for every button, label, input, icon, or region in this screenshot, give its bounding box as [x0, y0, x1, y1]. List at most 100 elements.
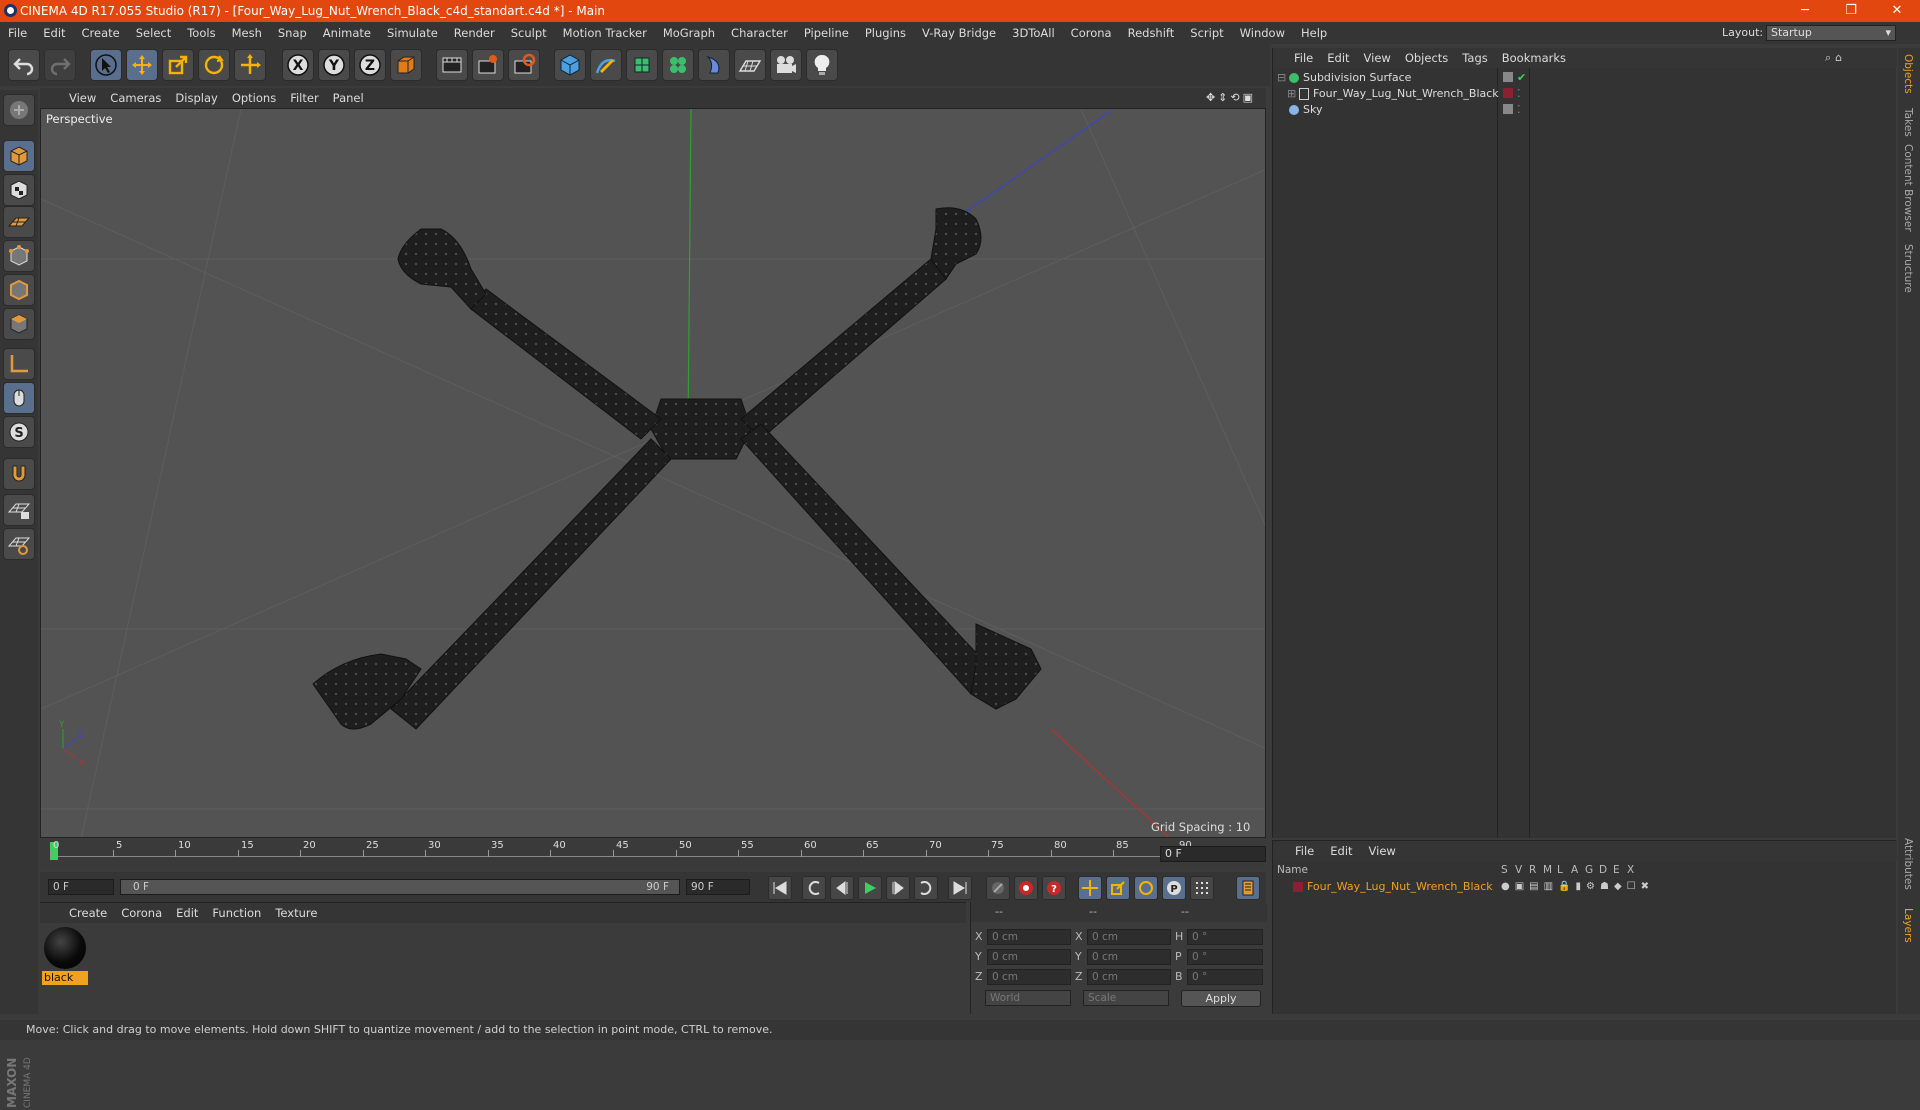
key-pla-icon[interactable]	[1190, 876, 1214, 900]
obj-menu-tags[interactable]: Tags	[1455, 48, 1494, 68]
size-z-field[interactable]: 0 cm	[1087, 969, 1171, 985]
layer-menu-file[interactable]: File	[1287, 841, 1322, 861]
menu-window[interactable]: Window	[1232, 22, 1293, 44]
rotation-h-field[interactable]: 0 °	[1187, 929, 1263, 945]
select-arrow-icon[interactable]	[90, 49, 122, 81]
restore-button[interactable]: ❐	[1828, 0, 1874, 22]
position-y-field[interactable]: 0 cm	[987, 949, 1071, 965]
minimize-button[interactable]: ─	[1782, 0, 1828, 22]
tab-layers[interactable]: Layers	[1902, 908, 1914, 943]
key-position-icon[interactable]	[1078, 876, 1102, 900]
scale-icon[interactable]	[162, 49, 194, 81]
axis-icon[interactable]	[3, 348, 35, 380]
render-view-icon[interactable]	[436, 49, 468, 81]
layer-color-swatch[interactable]	[1293, 882, 1303, 892]
layer-row[interactable]: Four_Way_Lug_Nut_Wrench_Black ●▣▤▥🔒▮⚙☗◆☐…	[1273, 879, 1897, 895]
play-icon[interactable]	[858, 876, 882, 900]
menu-create[interactable]: Create	[74, 22, 128, 44]
material-menu-texture[interactable]: Texture	[268, 903, 324, 923]
cloner-icon[interactable]	[662, 49, 694, 81]
menu-character[interactable]: Character	[723, 22, 796, 44]
position-z-field[interactable]: 0 cm	[987, 969, 1071, 985]
timeline-ruler[interactable]: 051015202530354045505560657075808590	[40, 840, 1266, 870]
menu-3dtoall[interactable]: 3DToAll	[1004, 22, 1063, 44]
material-menu-corona[interactable]: Corona	[114, 903, 169, 923]
next-key-icon[interactable]	[914, 876, 938, 900]
layer-menu-edit[interactable]: Edit	[1322, 841, 1360, 861]
menu-edit[interactable]: Edit	[35, 22, 73, 44]
transform-icon[interactable]	[234, 49, 266, 81]
material-preview-black[interactable]	[44, 927, 86, 969]
end-frame-field[interactable]: 90 F	[686, 879, 750, 895]
magnet-icon[interactable]	[3, 458, 35, 490]
menu-select[interactable]: Select	[128, 22, 179, 44]
viewport-menu-options[interactable]: Options	[225, 88, 283, 108]
menu-corona[interactable]: Corona	[1063, 22, 1120, 44]
prev-frame-icon[interactable]	[830, 876, 854, 900]
material-menu-create[interactable]: Create	[62, 903, 114, 923]
world-coords-icon[interactable]	[390, 49, 422, 81]
key-rotation-icon[interactable]	[1134, 876, 1158, 900]
layer-toggle-icons[interactable]: ●▣▤▥🔒▮⚙☗◆☐✖	[1501, 879, 1654, 895]
subdivision-icon[interactable]	[626, 49, 658, 81]
current-frame-field[interactable]: 0 F	[1160, 846, 1266, 862]
viewport-menu-display[interactable]: Display	[168, 88, 224, 108]
lock-grid-icon[interactable]	[3, 494, 35, 526]
menu-mograph[interactable]: MoGraph	[655, 22, 723, 44]
redo-icon[interactable]	[44, 49, 76, 81]
render-picture-viewer-icon[interactable]	[472, 49, 504, 81]
rotate-icon[interactable]	[198, 49, 230, 81]
frame-ruler[interactable]: 051015202530354045505560657075808590	[50, 840, 1192, 862]
points-mode-icon[interactable]	[3, 240, 35, 272]
tab-objects[interactable]: Objects	[1902, 54, 1914, 94]
floor-icon[interactable]	[734, 49, 766, 81]
viewport-menu-cameras[interactable]: Cameras	[103, 88, 168, 108]
obj-menu-file[interactable]: File	[1287, 48, 1320, 68]
obj-menu-objects[interactable]: Objects	[1398, 48, 1455, 68]
search-icon[interactable]: ⌕⌂	[1825, 48, 1846, 68]
timeline-window-icon[interactable]	[1236, 876, 1260, 900]
goto-start-icon[interactable]	[768, 876, 792, 900]
menu-sculpt[interactable]: Sculpt	[503, 22, 555, 44]
snap-s-icon[interactable]: S	[3, 416, 35, 448]
visibility-dots-icon[interactable]: ⁚	[1517, 100, 1521, 120]
tab-content-browser[interactable]: Content Browser	[1902, 144, 1914, 232]
rotation-b-field[interactable]: 0 °	[1187, 969, 1263, 985]
tab-takes[interactable]: Takes	[1902, 108, 1914, 137]
key-scale-icon[interactable]	[1106, 876, 1130, 900]
obj-menu-view[interactable]: View	[1357, 48, 1398, 68]
viewport-menu-filter[interactable]: Filter	[283, 88, 325, 108]
edges-mode-icon[interactable]	[3, 274, 35, 306]
menu-plugins[interactable]: Plugins	[857, 22, 914, 44]
menu-render[interactable]: Render	[446, 22, 503, 44]
texture-mode-icon[interactable]	[3, 174, 35, 206]
coord-mode-select[interactable]: World	[985, 990, 1071, 1006]
size-x-field[interactable]: 0 cm	[1087, 929, 1171, 945]
menu-tools[interactable]: Tools	[179, 22, 223, 44]
obj-menu-edit[interactable]: Edit	[1320, 48, 1356, 68]
object-row-sky[interactable]: Sky ⁚	[1273, 100, 1897, 120]
apply-button[interactable]: Apply	[1181, 990, 1261, 1007]
z-axis-icon[interactable]: Z	[354, 49, 386, 81]
obj-menu-bookmarks[interactable]: Bookmarks	[1495, 48, 1573, 68]
menu-help[interactable]: Help	[1293, 22, 1335, 44]
move-icon[interactable]	[126, 49, 158, 81]
y-axis-icon[interactable]: Y	[318, 49, 350, 81]
render-settings-icon[interactable]	[508, 49, 540, 81]
viewport-menu-view[interactable]: View	[62, 88, 103, 108]
autokey-icon[interactable]	[1014, 876, 1038, 900]
menu-mesh[interactable]: Mesh	[224, 22, 270, 44]
visibility-icon[interactable]	[1503, 104, 1513, 114]
menu-simulate[interactable]: Simulate	[379, 22, 446, 44]
light-icon[interactable]	[806, 49, 838, 81]
prev-key-icon[interactable]	[802, 876, 826, 900]
rotation-p-field[interactable]: 0 °	[1187, 949, 1263, 965]
deformer-icon[interactable]	[698, 49, 730, 81]
start-frame-field[interactable]: 0 F	[48, 879, 114, 895]
model-mode-icon[interactable]	[3, 140, 35, 172]
visibility-icon[interactable]	[1503, 72, 1513, 82]
size-y-field[interactable]: 0 cm	[1087, 949, 1171, 965]
menu-redshift[interactable]: Redshift	[1120, 22, 1183, 44]
material-name[interactable]: black	[42, 971, 88, 985]
material-menu-function[interactable]: Function	[205, 903, 268, 923]
